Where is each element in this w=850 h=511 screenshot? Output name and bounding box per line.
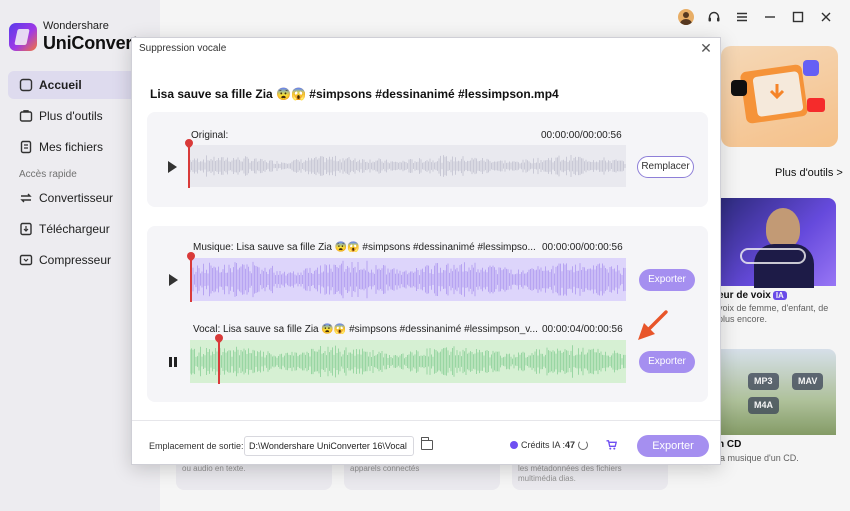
pause-vocal-button[interactable] bbox=[167, 356, 179, 368]
vocal-waveform[interactable] bbox=[190, 340, 626, 383]
original-waveform[interactable] bbox=[190, 145, 626, 187]
output-location-label: Emplacement de sortie: bbox=[149, 441, 244, 451]
original-playhead[interactable] bbox=[188, 142, 190, 188]
dialog-title: Suppression vocale bbox=[139, 43, 227, 54]
file-name: Lisa sauve sa fille Zia 😨😱 #simpsons #de… bbox=[150, 87, 559, 101]
folder-icon[interactable] bbox=[420, 437, 433, 450]
separated-tracks-panel: Musique: Lisa sauve sa fille Zia 😨😱 #sim… bbox=[147, 226, 708, 402]
play-original-button[interactable] bbox=[166, 161, 178, 173]
replace-button[interactable]: Remplacer bbox=[637, 156, 694, 178]
original-track-panel: Original: 00:00:00/00:00:56 Remplacer bbox=[147, 112, 708, 207]
vocal-time: 00:00:04/00:00:56 bbox=[542, 324, 623, 335]
credits-label: Crédits IA : bbox=[521, 440, 566, 450]
cart-icon[interactable] bbox=[606, 440, 617, 450]
export-vocal-button[interactable]: Exporter bbox=[639, 351, 695, 373]
music-label: Musique: Lisa sauve sa fille Zia 😨😱 #sim… bbox=[193, 242, 536, 253]
credits-value: 47 bbox=[565, 440, 576, 450]
footer-divider bbox=[132, 420, 720, 421]
original-label: Original: bbox=[191, 130, 229, 141]
ai-credits: Crédits IA :47 bbox=[510, 440, 575, 450]
vocal-playhead[interactable] bbox=[218, 337, 220, 384]
music-waveform[interactable] bbox=[190, 258, 626, 301]
vocal-remover-dialog: Suppression vocale ✕ Lisa sauve sa fille… bbox=[131, 37, 721, 465]
export-all-button[interactable]: Exporter bbox=[637, 435, 709, 457]
play-music-button[interactable] bbox=[167, 274, 179, 286]
export-music-button[interactable]: Exporter bbox=[639, 269, 695, 291]
close-icon[interactable]: ✕ bbox=[699, 41, 713, 55]
credit-icon bbox=[510, 441, 518, 449]
refresh-icon[interactable] bbox=[578, 440, 588, 450]
original-time: 00:00:00/00:00:56 bbox=[541, 130, 622, 141]
vocal-label: Vocal: Lisa sauve sa fille Zia 😨😱 #simps… bbox=[193, 324, 538, 335]
output-path-select[interactable]: D:\Wondershare UniConverter 16\Vocal bbox=[244, 436, 414, 456]
hint-arrow-icon bbox=[638, 310, 668, 340]
music-playhead[interactable] bbox=[190, 255, 192, 302]
music-time: 00:00:00/00:00:56 bbox=[542, 242, 623, 253]
